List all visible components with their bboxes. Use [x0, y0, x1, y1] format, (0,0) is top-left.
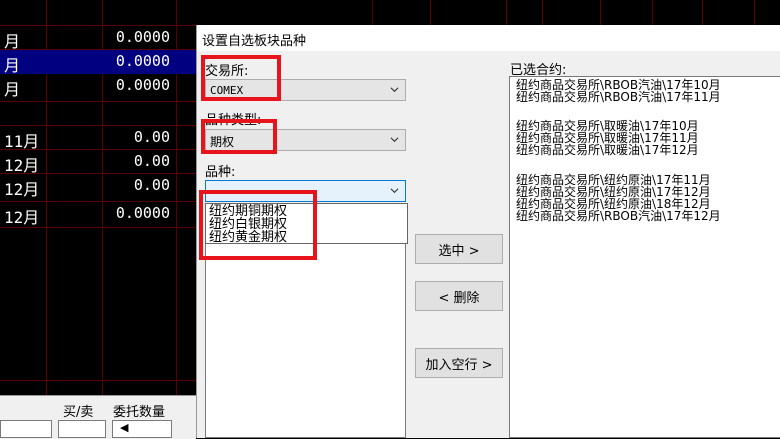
- value-cell: 0.0000: [115, 28, 170, 46]
- table-row[interactable]: 月 0.0000: [0, 74, 196, 99]
- selected-contracts-list[interactable]: 纽约商品交易所\RBOB汽油\17年10月 纽约商品交易所\RBOB汽油\17年1…: [509, 76, 780, 438]
- value-cell: 0.00: [133, 152, 170, 170]
- grid-row-line: [0, 380, 196, 381]
- list-item[interactable]: 纽约商品交易所\RBOB汽油\17年12月: [516, 210, 721, 222]
- month-cell: 12月: [4, 156, 40, 175]
- exchange-label: 交易所:: [205, 64, 249, 79]
- category-value: 期权: [210, 135, 235, 149]
- value-cell: 0.0000: [115, 204, 170, 222]
- dropdown-option[interactable]: 纽约黄金期权: [209, 231, 287, 244]
- variety-select[interactable]: [205, 180, 406, 202]
- select-button[interactable]: 选中 >: [415, 234, 503, 264]
- month-cell: 11月: [4, 132, 40, 151]
- price-input[interactable]: [0, 420, 52, 438]
- table-row[interactable]: [0, 102, 196, 126]
- table-row[interactable]: 12月 0.00: [0, 174, 196, 199]
- month-cell: 月: [4, 80, 21, 99]
- value-cell: 0.00: [133, 128, 170, 146]
- table-row[interactable]: 月 0.0000: [0, 50, 196, 75]
- select-contracts-dialog: 设置自选板块品种 交易所: COMEX 品种类型: 期权 品种: 纽约期铜期权 …: [196, 25, 780, 438]
- month-cell: 12月: [4, 180, 40, 199]
- dialog-title: 设置自选板块品种: [202, 34, 307, 49]
- chevron-down-icon: [390, 188, 399, 194]
- variety-dropdown: 纽约期铜期权 纽约白银期权 纽约黄金期权: [205, 203, 408, 244]
- table-row[interactable]: 12月 0.0000: [0, 202, 196, 227]
- buy-sell-label: 买/卖: [63, 405, 94, 420]
- chevron-down-icon: [390, 137, 399, 143]
- stepper-left-icon[interactable]: ◀: [120, 421, 128, 434]
- value-cell: 0.0000: [115, 76, 170, 94]
- variety-label: 品种:: [205, 165, 236, 180]
- value-cell: 0.00: [133, 176, 170, 194]
- month-cell: 月: [4, 56, 21, 75]
- delete-button[interactable]: < 删除: [415, 281, 503, 311]
- list-item[interactable]: 纽约商品交易所\取暖油\17年12月: [516, 144, 699, 156]
- list-item[interactable]: 纽约商品交易所\RBOB汽油\17年11月: [516, 91, 721, 103]
- dialog-title-bar: 设置自选板块品种: [197, 25, 780, 51]
- order-qty-label: 委托数量: [113, 405, 166, 420]
- exchange-value: COMEX: [210, 84, 244, 97]
- value-cell: 0.0000: [115, 52, 170, 70]
- category-select[interactable]: 期权: [205, 129, 406, 151]
- table-row[interactable]: 月 0.0000: [0, 26, 196, 51]
- table-row[interactable]: 12月 0.00: [0, 150, 196, 175]
- buy-sell-select[interactable]: [58, 420, 106, 438]
- month-cell: 12月: [4, 208, 40, 227]
- variety-list[interactable]: [205, 227, 406, 438]
- month-cell: 月: [4, 32, 21, 51]
- order-entry-bar: 买/卖 委托数量 ◀: [0, 395, 196, 439]
- exchange-select[interactable]: COMEX: [205, 79, 406, 101]
- add-blank-row-button[interactable]: 加入空行 >: [415, 348, 503, 378]
- chevron-down-icon: [390, 87, 399, 93]
- table-row[interactable]: 11月 0.00: [0, 126, 196, 151]
- category-label: 品种类型:: [205, 113, 262, 128]
